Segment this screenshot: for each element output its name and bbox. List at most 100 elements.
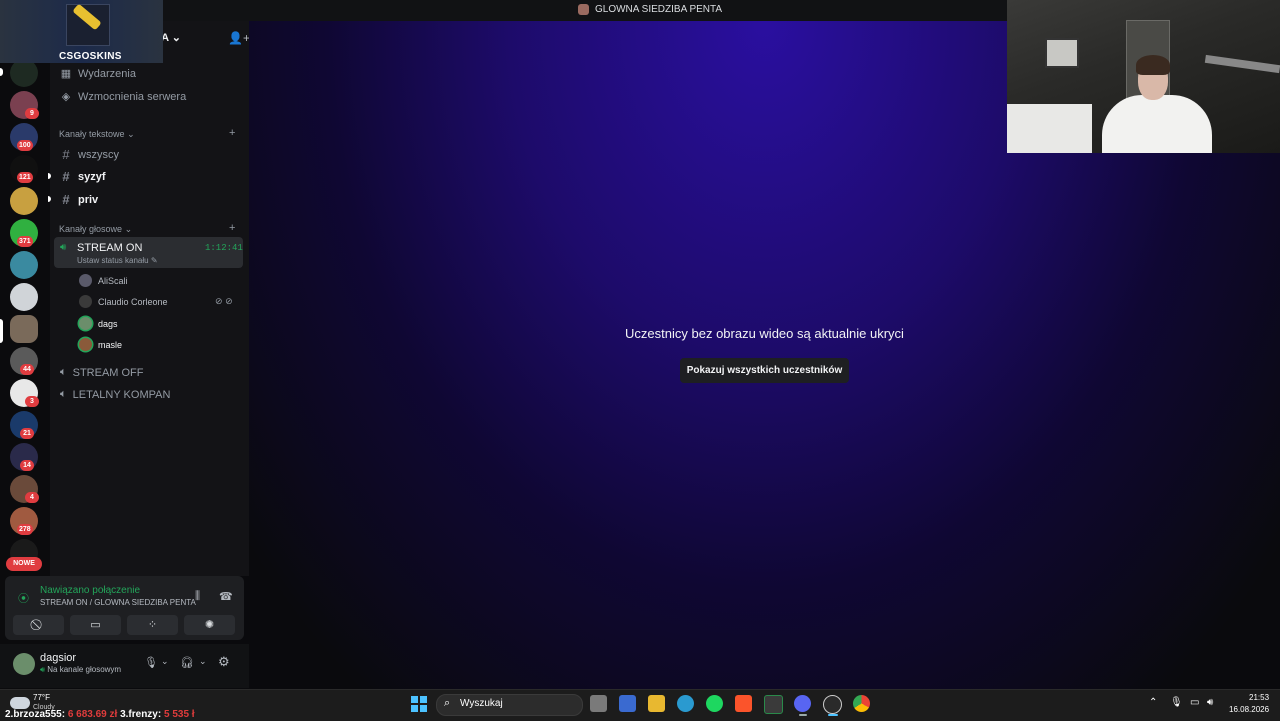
server-badge: 21 <box>20 428 34 439</box>
user-panel <box>0 644 249 688</box>
activities-button[interactable]: ⁘ <box>127 615 178 635</box>
server-badge: 278 <box>17 524 33 535</box>
search-placeholder: Wyszukaj <box>460 698 503 709</box>
streamer-hair <box>1136 55 1170 75</box>
gear-icon[interactable]: ⚙ <box>218 654 230 670</box>
member-name: dags <box>98 318 118 329</box>
chevron-down-icon[interactable]: ⌄ <box>161 656 169 667</box>
new-servers-pill[interactable]: NOWE <box>6 557 42 571</box>
server-icon-current[interactable] <box>10 315 38 343</box>
disconnect-icon[interactable]: ☎ <box>219 590 233 603</box>
channel-wszyscy[interactable]: # wszyscy <box>60 147 119 162</box>
voice-member[interactable]: AliScali <box>79 274 128 287</box>
file-explorer-icon[interactable] <box>648 695 665 712</box>
voice-channel-label: STREAM OFF <box>72 366 144 379</box>
window-title-text: GLOWNA SIEDZIBA PENTA <box>595 4 723 15</box>
screen-share-button[interactable]: ▭ <box>70 615 121 635</box>
pencil-icon: ✎ <box>150 256 158 265</box>
wall-picture <box>1045 38 1079 68</box>
text-category[interactable]: Kanały tekstowe ⌄ <box>59 129 135 140</box>
clock-date[interactable]: 16.08.2026 <box>1229 705 1269 714</box>
voice-member[interactable]: Claudio Corleone <box>79 295 168 308</box>
server-icon-1[interactable] <box>10 59 38 87</box>
chevron-up-icon[interactable]: ⌃ <box>1149 697 1157 708</box>
server-icon-8[interactable] <box>10 283 38 311</box>
screen-share-icon: ▭ <box>90 619 101 631</box>
cloud-icon[interactable] <box>10 697 30 709</box>
noise-suppression-icon[interactable]: ⫼ <box>195 590 200 603</box>
microphone-arm <box>1204 54 1280 74</box>
voice-channel-stream-off[interactable]: 🔈︎ STREAM OFF <box>60 366 144 379</box>
discord-icon[interactable] <box>794 695 811 712</box>
speaker-icon: 🔊︎ <box>60 242 67 253</box>
ticker-value: 6 683.69 zł <box>67 709 118 720</box>
hash-icon: # <box>62 169 70 184</box>
category-label: Kanały głosowe <box>59 224 123 234</box>
soundboard-button[interactable]: ✺ <box>184 615 235 635</box>
selected-server-indicator <box>0 319 3 343</box>
username: dagsior <box>40 652 77 664</box>
headphones-icon[interactable]: 🎧︎ <box>180 656 194 669</box>
stream-ticker: 2.brzoza555: 6 683.69 zł 3.frenzy: 5 535… <box>5 709 195 720</box>
weather-temperature[interactable]: 77°F <box>33 693 50 702</box>
edge-icon[interactable] <box>677 695 694 712</box>
ticker-label: 2.brzoza555: <box>5 709 66 720</box>
microphone-icon[interactable]: 🎙︎ <box>144 656 158 669</box>
server-badge: 371 <box>17 236 33 247</box>
voice-status[interactable]: Nawiązano połączenie <box>40 585 140 596</box>
add-voice-channel-icon[interactable]: + <box>229 222 235 234</box>
display-icon[interactable]: ▭ <box>1190 697 1199 708</box>
store-icon[interactable] <box>619 695 636 712</box>
category-label: Kanały tekstowe <box>59 129 125 139</box>
camera-toggle-button[interactable]: ⃠ <box>13 615 64 635</box>
set-channel-status[interactable]: Ustaw status kanału ✎ <box>77 256 158 265</box>
user-status-text: Na kanale głosowym <box>47 665 122 674</box>
active-indicator <box>828 714 838 716</box>
channel-priv[interactable]: # priv <box>60 192 98 207</box>
server-icon-7[interactable] <box>10 251 38 279</box>
hash-icon: # <box>62 147 70 162</box>
volume-icon[interactable]: 🔊︎ <box>1207 697 1213 708</box>
server-icon-5[interactable] <box>10 187 38 215</box>
sidebar-item-boosts[interactable]: ◈ Wzmocnienia serwera <box>60 90 186 104</box>
avatar <box>79 317 92 330</box>
voice-category[interactable]: Kanały głosowe ⌄ <box>59 224 132 235</box>
sidebar-item-label: Wydarzenia <box>78 67 136 80</box>
chevron-down-icon[interactable]: ⌄ <box>199 656 207 667</box>
add-text-channel-icon[interactable]: + <box>229 127 235 139</box>
connection-signal-icon[interactable]: ⦿ <box>18 590 29 606</box>
unread-pip <box>0 68 3 76</box>
obs-icon[interactable] <box>823 695 842 714</box>
windows-start-icon[interactable] <box>411 696 427 712</box>
voice-channel-label: STREAM ON <box>77 242 143 254</box>
spotify-icon[interactable] <box>706 695 723 712</box>
soundboard-icon: ✺ <box>204 619 215 631</box>
voice-channel-letalny-kompan[interactable]: 🔈︎ LETALNY KOMPAN <box>60 388 170 401</box>
webcam-overlay <box>1007 0 1280 153</box>
channel-label: syzyf <box>78 170 106 183</box>
headphones-muted-icon: ⊘ <box>225 296 233 306</box>
voice-member[interactable]: masle <box>79 338 122 351</box>
clock-time[interactable]: 21:53 <box>1249 693 1269 702</box>
channel-syzyf[interactable]: # syzyf <box>60 169 106 184</box>
hidden-participants-notice: Uczestnicy bez obrazu wideo są aktualnie… <box>625 326 904 341</box>
excel-icon[interactable] <box>764 695 783 714</box>
voice-channel-path[interactable]: STREAM ON / GLOWNA SIEDZIBA PENTA <box>40 598 196 607</box>
microphone-icon[interactable]: 🎙︎ <box>1170 697 1183 708</box>
task-view-icon[interactable] <box>590 695 607 712</box>
bed <box>1007 104 1092 153</box>
chrome-icon[interactable] <box>853 695 870 712</box>
search-icon: ⌕ <box>444 697 451 709</box>
avatar[interactable] <box>13 653 35 675</box>
member-name: masle <box>98 339 123 350</box>
window-title: GLOWNA SIEDZIBA PENTA <box>578 4 722 15</box>
voice-member[interactable]: dags <box>79 317 118 330</box>
member-name: Claudio Corleone <box>98 296 168 307</box>
taskbar-search-input[interactable] <box>436 694 583 716</box>
show-all-participants-button[interactable]: Pokazuj wszystkich uczestników <box>680 358 849 383</box>
running-indicator <box>799 714 807 716</box>
server-badge: 121 <box>17 172 33 183</box>
add-member-icon[interactable]: 👤+ <box>228 31 250 45</box>
brave-icon[interactable] <box>735 695 752 712</box>
sidebar-item-events[interactable]: ▦ Wydarzenia <box>60 67 136 81</box>
